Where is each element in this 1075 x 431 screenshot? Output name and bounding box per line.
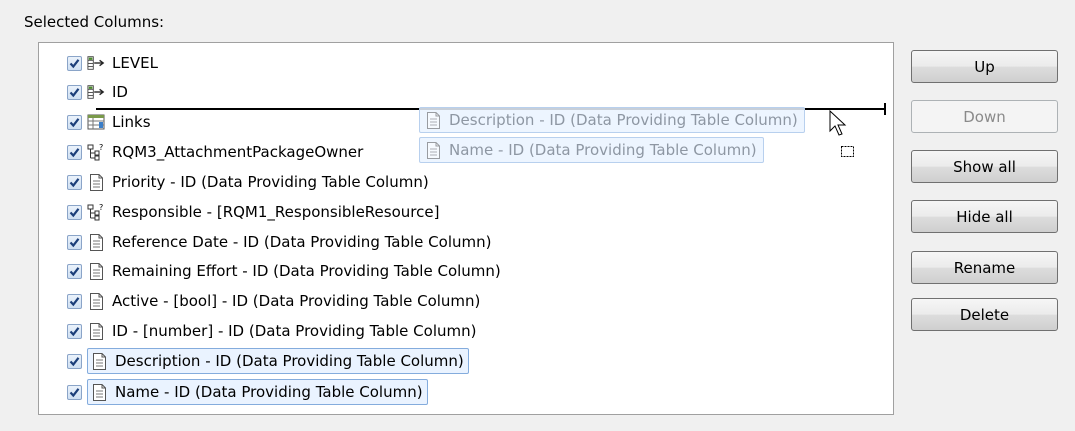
column-label: LEVEL [112,54,158,72]
checkbox-checked-icon[interactable] [67,84,82,100]
level-column-icon [87,83,105,101]
column-label: Description - ID (Data Providing Table C… [115,352,464,370]
column-row-id[interactable]: ID [67,79,128,105]
document-icon [90,352,108,370]
delete-button[interactable]: Delete [911,298,1058,331]
column-label: Priority - ID (Data Providing Table Colu… [112,173,429,191]
document-icon [424,111,442,129]
checkbox-checked-icon[interactable] [67,293,82,309]
column-row-level[interactable]: LEVEL [67,50,158,76]
checkbox-checked-icon[interactable] [67,384,82,400]
checkbox-checked-icon[interactable] [67,353,82,369]
drag-preview-item: Description - ID (Data Providing Table C… [419,107,805,133]
column-label: Remaining Effort - ID (Data Providing Ta… [112,262,501,280]
column-row-id-number[interactable]: ID - [number] - ID (Data Providing Table… [67,318,476,344]
document-icon [90,383,108,401]
drag-preview-label: Description - ID (Data Providing Table C… [449,111,798,129]
checkbox-checked-icon[interactable] [67,234,82,250]
checkbox-checked-icon[interactable] [67,204,82,220]
column-row-links[interactable]: Links [67,109,151,135]
table-links-icon [87,113,105,131]
column-row-name[interactable]: Name - ID (Data Providing Table Column) [67,379,428,405]
column-row-description[interactable]: Description - ID (Data Providing Table C… [67,348,469,374]
down-button[interactable]: Down [911,100,1058,133]
selected-columns-label: Selected Columns: [24,13,165,31]
selected-columns-list[interactable]: LEVEL ID Links ? RQM3_AttachmentPackageO… [38,42,894,415]
drop-insertion-line-end [884,103,886,115]
hide-all-button[interactable]: Hide all [911,200,1058,233]
svg-text:?: ? [99,143,103,152]
checkbox-checked-icon[interactable] [67,174,82,190]
checkbox-checked-icon[interactable] [67,263,82,279]
column-label: Responsible - [RQM1_ResponsibleResource] [112,203,440,221]
document-icon [87,322,105,340]
document-icon [87,262,105,280]
column-row-reference-date[interactable]: Reference Date - ID (Data Providing Tabl… [67,229,491,255]
checkbox-checked-icon[interactable] [67,55,82,71]
drag-preview-label: Name - ID (Data Providing Table Column) [449,141,757,159]
column-label: Reference Date - ID (Data Providing Tabl… [112,233,492,251]
column-row-active[interactable]: Active - [bool] - ID (Data Providing Tab… [67,288,480,314]
drag-copy-cursor-icon [829,109,859,162]
checkbox-checked-icon[interactable] [67,144,82,160]
column-row-remaining-effort[interactable]: Remaining Effort - ID (Data Providing Ta… [67,258,501,284]
column-label: RQM3_AttachmentPackageOwner [112,143,364,161]
tree-unknown-icon: ? [87,143,105,161]
column-row-responsible[interactable]: ? Responsible - [RQM1_ResponsibleResourc… [67,199,439,225]
tree-unknown-icon: ? [87,203,105,221]
column-row-attachment-package-owner[interactable]: ? RQM3_AttachmentPackageOwner [67,139,363,165]
up-button[interactable]: Up [911,50,1058,83]
rename-button[interactable]: Rename [911,251,1058,284]
column-label: Links [112,113,151,131]
column-label: Active - [bool] - ID (Data Providing Tab… [112,292,481,310]
svg-text:?: ? [99,203,103,212]
column-label: Name - ID (Data Providing Table Column) [115,383,423,401]
checkbox-checked-icon[interactable] [67,323,82,339]
drag-preview-item: Name - ID (Data Providing Table Column) [419,137,764,163]
selected-row-highlight: Description - ID (Data Providing Table C… [87,348,469,374]
document-icon [424,141,442,159]
document-icon [87,173,105,191]
level-column-icon [87,54,105,72]
checkbox-checked-icon[interactable] [67,114,82,130]
column-label: ID - [number] - ID (Data Providing Table… [112,322,477,340]
document-icon [87,233,105,251]
selected-row-highlight: Name - ID (Data Providing Table Column) [87,379,428,405]
column-label: ID [112,83,128,101]
column-row-priority[interactable]: Priority - ID (Data Providing Table Colu… [67,169,429,195]
document-icon [87,292,105,310]
show-all-button[interactable]: Show all [911,150,1058,183]
